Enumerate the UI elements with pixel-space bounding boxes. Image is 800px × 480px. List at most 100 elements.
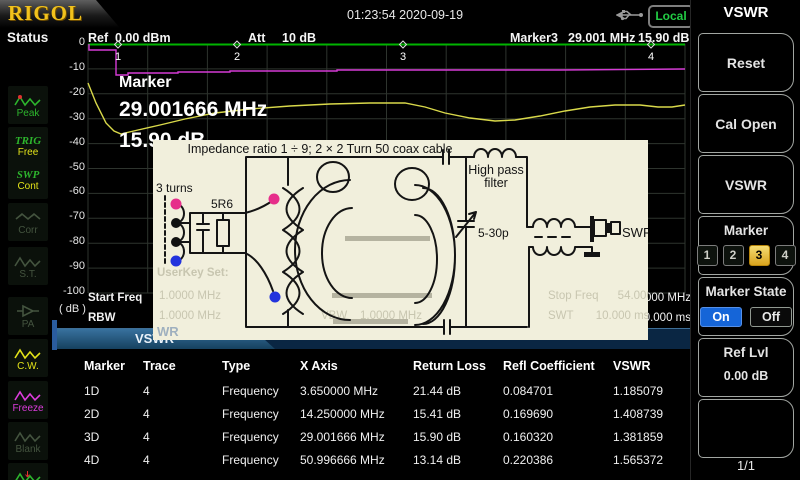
- y-tick-label: -50: [58, 161, 85, 174]
- table-header-cell: Return Loss: [413, 359, 503, 373]
- capacitor-symbols: [443, 150, 474, 334]
- vswr-button[interactable]: VSWR: [698, 155, 794, 214]
- table-cell: 50.996666 MHz: [300, 453, 413, 467]
- pink-terminal-dot: [171, 199, 182, 210]
- status-item-label: Cont: [17, 181, 38, 192]
- ground-symbol: [584, 252, 600, 257]
- blue-terminal-dot: [270, 292, 281, 303]
- ref-lvl-value: 0.00 dB: [724, 369, 768, 383]
- marker-3-box[interactable]: 3: [749, 245, 770, 266]
- core-tube-cap: [395, 168, 429, 200]
- y-tick-label: -90: [58, 260, 85, 273]
- local-mode-badge: Local: [648, 5, 694, 28]
- status-sidebar-title: Status: [7, 30, 48, 45]
- table-cell: 2D: [84, 407, 143, 421]
- marker-state-button[interactable]: Marker State On Off: [698, 277, 794, 336]
- table-cell: 15.41 dB: [413, 407, 503, 421]
- status-item-label: S.T.: [19, 269, 36, 280]
- resistor-symbol: [217, 220, 229, 246]
- connector-body: [594, 220, 606, 236]
- turns-label: 3 turns: [156, 181, 193, 195]
- table-cell: 3D: [84, 430, 143, 444]
- blank-waveform-icon: [13, 428, 43, 444]
- status-item-cw: C.W.: [8, 339, 48, 377]
- y-axis-unit: ( dB ): [59, 303, 86, 315]
- marker-state-on[interactable]: On: [700, 307, 742, 327]
- swr-connector-label: SWR: [622, 225, 648, 240]
- core-shading-bar: [345, 236, 430, 241]
- ref-lvl-button[interactable]: Ref Lvl 0.00 dB: [698, 338, 794, 397]
- table-row: 4D4Frequency50.996666 MHz13.14 dB0.22038…: [84, 453, 690, 467]
- marker-info-frequency: 29.001666 MHz: [119, 98, 267, 122]
- ref-lvl-label: Ref Lvl: [723, 345, 768, 360]
- table-cell: 3.650000 MHz: [300, 384, 413, 398]
- resistor-label: 5R6: [211, 197, 233, 211]
- table-cell: 1.185079: [613, 384, 690, 398]
- core-tube-cap: [317, 162, 349, 192]
- cal-open-button[interactable]: Cal Open: [698, 94, 794, 153]
- table-header-row: MarkerTraceTypeX AxisReturn LossRefl Coe…: [84, 359, 690, 373]
- table-cell: 1D: [84, 384, 143, 398]
- y-tick-label: -30: [58, 111, 85, 124]
- table-cell: 13.14 dB: [413, 453, 503, 467]
- y-tick-label: -80: [58, 235, 85, 248]
- table-row: 2D4Frequency14.250000 MHz15.41 dB0.16969…: [84, 407, 690, 421]
- preamp-icon: [13, 303, 43, 319]
- sweep-time-waveform-icon: [13, 253, 43, 269]
- reset-button[interactable]: Reset: [698, 33, 794, 92]
- table-cell: 15.90 dB: [413, 430, 503, 444]
- status-item-label: Freeze: [12, 403, 43, 414]
- trimmer-cap-label: 5-30p: [478, 226, 509, 240]
- marker-state-off[interactable]: Off: [750, 307, 792, 327]
- connector-tip: [611, 222, 620, 234]
- table-row: 3D4Frequency29.001666 MHz15.90 dB0.16032…: [84, 430, 690, 444]
- table-cell: 14.250000 MHz: [300, 407, 413, 421]
- status-item-ab: A−B: [8, 463, 48, 480]
- table-cell: Frequency: [222, 407, 300, 421]
- marker-number: 2: [234, 51, 240, 63]
- status-item-pa: PA: [8, 297, 48, 335]
- table-cell: 0.169690: [503, 407, 613, 421]
- table-cell: 0.160320: [503, 430, 613, 444]
- table-cell: 21.44 dB: [413, 384, 503, 398]
- y-tick-label: -40: [58, 136, 85, 149]
- menu-page-indicator: 1/1: [691, 458, 800, 473]
- marker-2-box[interactable]: 2: [723, 245, 744, 266]
- pink-terminal-dot: [269, 194, 280, 205]
- marker-1-box[interactable]: 1: [697, 245, 718, 266]
- filter-label-line2: filter: [484, 176, 508, 190]
- peak-waveform-icon: [13, 92, 43, 108]
- blank-menu-button[interactable]: [698, 399, 794, 458]
- status-item-label: Free: [18, 147, 39, 158]
- transformer-schematic: Impedance ratio 1 ÷ 9; 2 × 2 Turn 50 coa…: [153, 140, 648, 340]
- marker-number: 3: [400, 51, 406, 63]
- status-item-peak: Peak: [8, 86, 48, 124]
- y-tick-label: -70: [58, 210, 85, 223]
- y-tick-label: -20: [58, 86, 85, 99]
- table-cell: 4: [143, 430, 222, 444]
- table-header-cell: VSWR: [613, 359, 690, 373]
- correction-waveform-icon: [13, 209, 43, 225]
- schematic-overlay-image: UserKey Set: 1.0000 MHz 1.0000 MHz VBW 1…: [153, 140, 648, 340]
- table-cell: 0.084701: [503, 384, 613, 398]
- status-item-mode: TRIG: [15, 135, 41, 147]
- table-header-cell: Trace: [143, 359, 222, 373]
- table-cell: 1.565372: [613, 453, 690, 467]
- status-item-st: S.T.: [8, 247, 48, 285]
- status-item-label: C.W.: [17, 361, 39, 372]
- marker-4-box[interactable]: 4: [775, 245, 796, 266]
- usb-icon: [616, 8, 644, 27]
- table-row: 1D4Frequency3.650000 MHz21.44 dB0.084701…: [84, 384, 690, 398]
- status-item-label: Blank: [15, 444, 40, 455]
- marker-select-button[interactable]: Marker 1 2 3 4: [698, 216, 794, 275]
- table-cell: 29.001666 MHz: [300, 430, 413, 444]
- marker-state-label: Marker State: [705, 284, 786, 299]
- input-winding: [176, 204, 184, 261]
- y-tick-label: -60: [58, 185, 85, 198]
- table-cell: 1.408739: [613, 407, 690, 421]
- table-header-cell: Refl Coefficient: [503, 359, 613, 373]
- table-cell: 4D: [84, 453, 143, 467]
- status-item-corr: Corr: [8, 203, 48, 241]
- start-freq-label: Start Freq: [88, 292, 142, 304]
- status-item-freeze: Freeze: [8, 381, 48, 419]
